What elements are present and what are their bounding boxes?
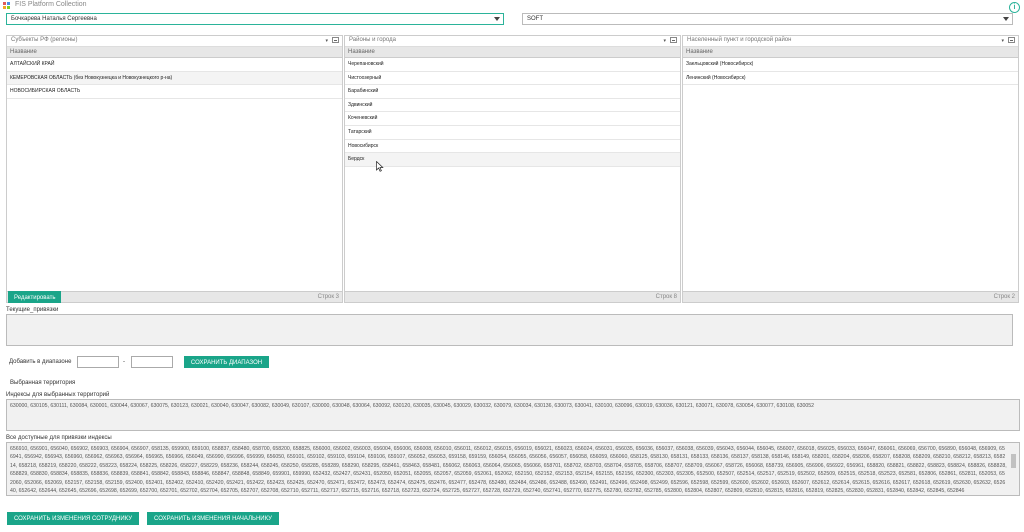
list-item[interactable]: Татарский <box>345 126 680 140</box>
chevron-down-icon[interactable] <box>1003 17 1009 21</box>
column-header[interactable]: Название <box>345 47 680 58</box>
regions-panel-title: Субъекты РФ (регионы) <box>11 37 78 43</box>
selected-indexes-text: 630000, 630105, 630111, 630084, 630001, … <box>10 403 815 409</box>
list-item[interactable]: Барабинский <box>345 85 680 99</box>
districts-panel: Районы и города ▾ Название Черепановский… <box>344 35 681 303</box>
column-header[interactable]: Название <box>683 47 1018 58</box>
settlements-panel: Населенный пункт и городской район ▾ Наз… <box>682 35 1019 303</box>
available-indexes-text: 656910, 656901, 656040, 656902, 656903, … <box>10 446 1007 495</box>
add-range-label: Добавить в диапазоне <box>9 359 72 365</box>
settlements-list: Заельцовский (Новосибирск) Ленинский (Но… <box>683 58 1018 86</box>
system-select[interactable]: SOFT <box>522 13 1013 25</box>
scrollbar[interactable] <box>1010 446 1017 495</box>
system-select-value: SOFT <box>527 16 543 22</box>
filter-dropdown-icon[interactable]: ▾ <box>663 37 666 46</box>
row-count: Строк 2 <box>683 291 1018 302</box>
app-title: FIS Platform Collection <box>15 1 87 8</box>
title-bar: FIS Platform Collection <box>0 0 1024 11</box>
collapse-icon[interactable] <box>670 37 677 43</box>
scrollbar-thumb[interactable] <box>1011 454 1016 468</box>
list-item[interactable]: НОВОСИБИРСКАЯ ОБЛАСТЬ <box>7 85 342 99</box>
save-manager-button[interactable]: СОХРАНИТЬ ИЗМЕНЕНИЯ НАЧАЛЬНИКУ <box>147 512 279 525</box>
regions-panel: Субъекты РФ (регионы) ▾ Название АЛТАЙСК… <box>6 35 343 303</box>
list-item[interactable]: Бердск <box>345 153 680 167</box>
edit-button[interactable]: Редактировать <box>8 291 61 303</box>
list-item[interactable]: Черепановский <box>345 58 680 72</box>
regions-panel-header: Субъекты РФ (регионы) ▾ <box>7 36 342 47</box>
current-bindings-textarea[interactable] <box>6 314 1013 346</box>
districts-list: Черепановский Чистоозерный Барабинский З… <box>345 58 680 167</box>
filter-dropdown-icon[interactable]: ▾ <box>1001 37 1004 46</box>
selected-indexes-textarea[interactable]: 630000, 630105, 630111, 630084, 630001, … <box>6 399 1020 431</box>
range-to-input[interactable] <box>131 356 173 368</box>
list-item[interactable]: Чистоозерный <box>345 72 680 86</box>
selected-territory-label: Выбранная территория <box>10 380 76 386</box>
list-item[interactable]: Новосибирск <box>345 140 680 154</box>
app-logo-icon <box>3 2 11 10</box>
selected-indexes-label: Индексы для выбранных территорий <box>6 392 110 398</box>
employee-select-value: Бочкарева Наталья Сергеевна <box>11 16 97 22</box>
collapse-icon[interactable] <box>332 37 339 43</box>
column-header[interactable]: Название <box>7 47 342 58</box>
settlements-panel-title: Населенный пункт и городской район <box>687 37 792 43</box>
collapse-icon[interactable] <box>1008 37 1015 43</box>
employee-select[interactable]: Бочкарева Наталья Сергеевна <box>6 13 504 25</box>
list-item[interactable]: Здвинский <box>345 99 680 113</box>
range-dash: - <box>123 359 125 365</box>
save-employee-button[interactable]: СОХРАНИТЬ ИЗМЕНЕНИЯ СОТРУДНИКУ <box>7 512 139 525</box>
filter-dropdown-icon[interactable]: ▾ <box>325 37 328 46</box>
list-item[interactable]: Заельцовский (Новосибирск) <box>683 58 1018 72</box>
list-item[interactable]: Коченевский <box>345 112 680 126</box>
regions-list: АЛТАЙСКИЙ КРАЙ КЕМЕРОВСКАЯ ОБЛАСТЬ (без … <box>7 58 342 99</box>
chevron-down-icon[interactable] <box>494 17 500 21</box>
settlements-panel-header: Населенный пункт и городской район ▾ <box>683 36 1018 47</box>
districts-panel-header: Районы и города ▾ <box>345 36 680 47</box>
list-item[interactable]: Ленинский (Новосибирск) <box>683 72 1018 86</box>
save-range-button[interactable]: СОХРАНИТЬ ДИАПАЗОН <box>184 356 269 368</box>
available-indexes-label: Все доступные для привязки индексы <box>6 435 112 441</box>
row-count: Строк 8 <box>345 291 680 302</box>
available-indexes-textarea[interactable]: 656910, 656901, 656040, 656902, 656903, … <box>6 442 1020 496</box>
current-bindings-label: Текущие_привязки <box>6 307 59 313</box>
list-item[interactable]: АЛТАЙСКИЙ КРАЙ <box>7 58 342 72</box>
list-item[interactable]: КЕМЕРОВСКАЯ ОБЛАСТЬ (без Новокузнецка и … <box>7 71 342 86</box>
mouse-cursor-icon <box>376 161 384 172</box>
districts-panel-title: Районы и города <box>349 37 396 43</box>
range-from-input[interactable] <box>77 356 119 368</box>
info-icon[interactable]: i <box>1009 2 1020 13</box>
